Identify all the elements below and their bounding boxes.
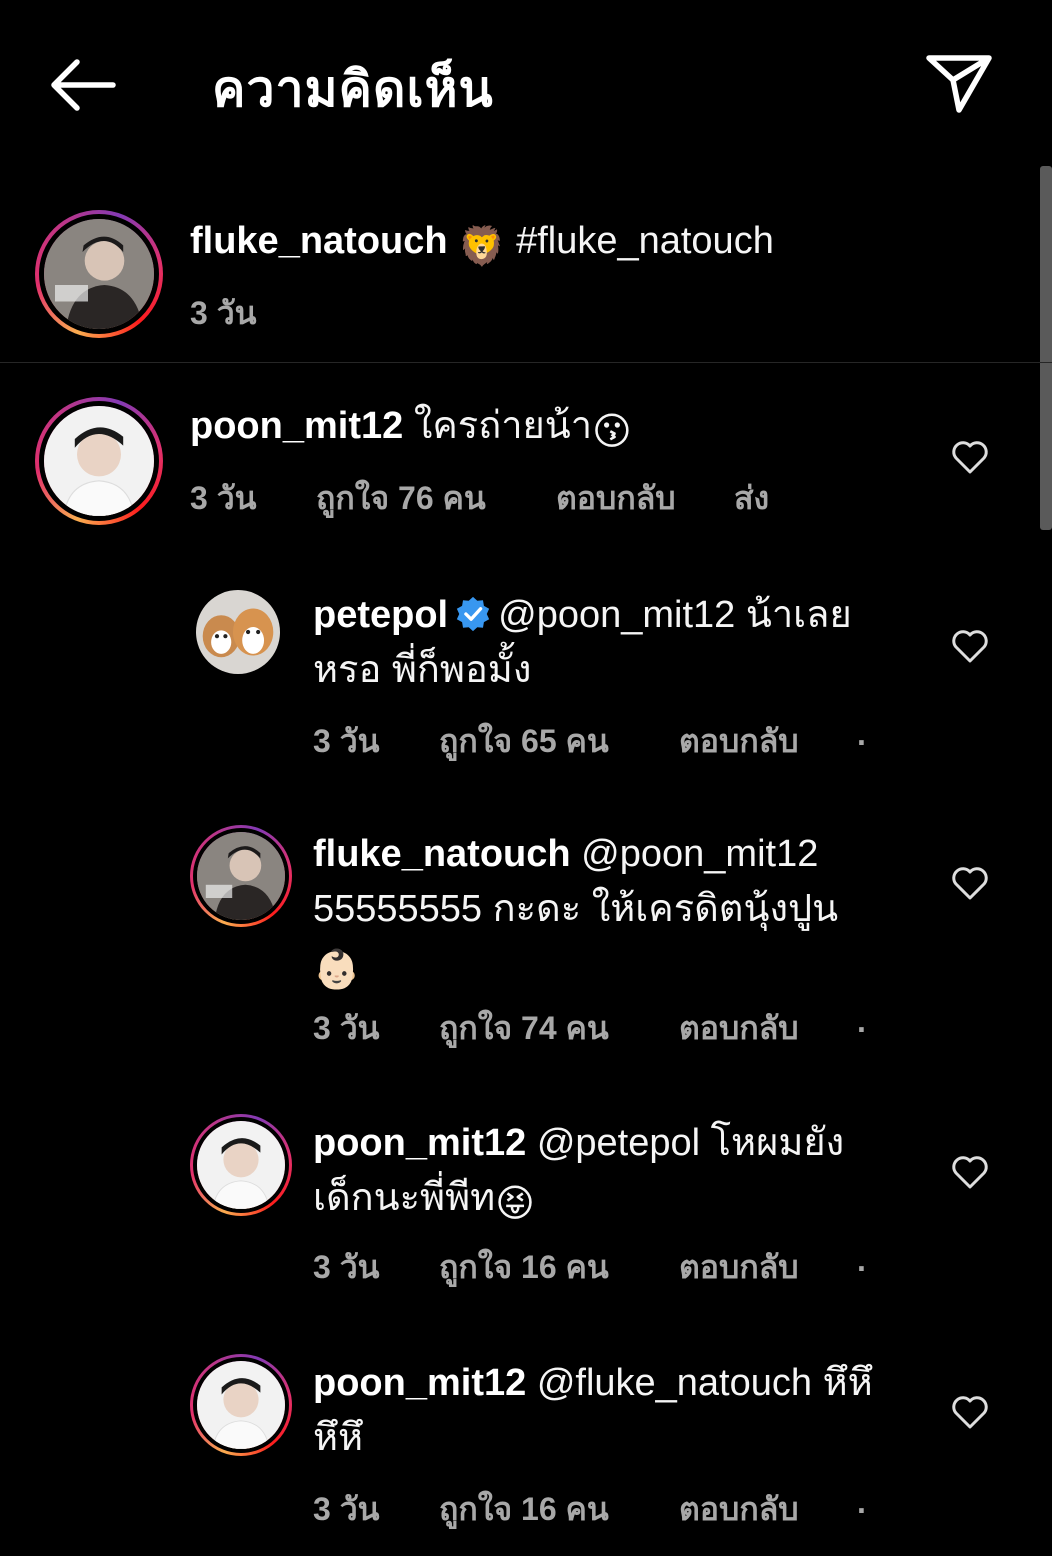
reply-button[interactable]: ตอบกลับ: [679, 1242, 799, 1293]
reply-time: 3 วัน: [313, 1249, 380, 1285]
likes-count[interactable]: ถูกใจ 76 คน: [316, 473, 486, 524]
reply-username[interactable]: fluke_natouch: [313, 833, 571, 875]
reply: fluke_natouch @poon_mit12 55555555 กะดะ …: [0, 825, 1052, 1046]
reply-username[interactable]: petepol: [313, 594, 448, 636]
avatar[interactable]: [35, 397, 163, 525]
avatar[interactable]: [190, 1114, 292, 1216]
kiss-emoji: 😗: [592, 411, 632, 453]
reply-text-line1: @poon_mit12: [581, 833, 819, 875]
more-button[interactable]: .: [857, 1242, 866, 1279]
more-button[interactable]: .: [857, 716, 866, 753]
header: ความคิดเห็น: [0, 0, 1052, 170]
reply-text-line1: @poon_mit12 น้าเลย: [498, 594, 852, 636]
reply-text-line1: @fluke_natouch หึหึ: [536, 1362, 873, 1404]
baby-emoji: 👶🏻: [313, 949, 361, 991]
avatar[interactable]: [190, 825, 292, 927]
comments-screen: ความคิดเห็น fluke_natouch 🦁 #fluke_natou…: [0, 0, 1052, 1556]
avatar[interactable]: [35, 210, 163, 338]
likes-count[interactable]: ถูกใจ 65 คน: [439, 716, 609, 767]
heart-icon[interactable]: [950, 1152, 990, 1192]
post-caption: fluke_natouch 🦁 #fluke_natouch 3 วัน: [0, 200, 1052, 363]
more-button[interactable]: .: [857, 1484, 866, 1521]
send-icon: [926, 55, 992, 113]
back-button[interactable]: [44, 52, 120, 118]
send-button[interactable]: ส่ง: [734, 473, 769, 524]
caption-username[interactable]: fluke_natouch: [190, 220, 448, 262]
reply-time: 3 วัน: [313, 723, 380, 759]
reply-button[interactable]: ตอบกลับ: [679, 716, 799, 767]
heart-icon[interactable]: [950, 437, 990, 477]
reply-text-line2: หรอ พี่ก็พอมั้ง: [313, 649, 532, 691]
comment-time: 3 วัน: [190, 480, 257, 516]
reply-username[interactable]: poon_mit12: [313, 1122, 526, 1164]
reply: poon_mit12 @petepol โหผมยัง เด็กนะพี่พีท…: [0, 1114, 1052, 1285]
avatar[interactable]: [190, 1354, 292, 1456]
reply-text-line1: @petepol โหผมยัง: [536, 1122, 845, 1164]
verified-badge-icon: [456, 596, 490, 632]
reply-time: 3 วัน: [313, 1010, 380, 1046]
heart-icon[interactable]: [950, 863, 990, 903]
comment-username[interactable]: poon_mit12: [190, 405, 403, 447]
reply-button[interactable]: ตอบกลับ: [556, 473, 676, 524]
heart-icon[interactable]: [950, 626, 990, 666]
reply: poon_mit12 @fluke_natouch หึหึ หึหึ 3 วั…: [0, 1354, 1052, 1527]
more-button[interactable]: .: [857, 1003, 866, 1040]
reply-button[interactable]: ตอบกลับ: [679, 1003, 799, 1054]
back-arrow-icon: [51, 59, 116, 111]
caption-time: 3 วัน: [190, 295, 257, 331]
reply-text-line2: 55555555 กะดะ ให้เครดิตนุ้งปูน: [313, 888, 839, 930]
page-title: ความคิดเห็น: [212, 61, 494, 117]
likes-count[interactable]: ถูกใจ 74 คน: [439, 1003, 609, 1054]
heart-icon[interactable]: [950, 1392, 990, 1432]
likes-count[interactable]: ถูกใจ 16 คน: [439, 1484, 609, 1535]
reply-text-line2: เด็กนะพี่พีท: [313, 1177, 496, 1219]
likes-count[interactable]: ถูกใจ 16 คน: [439, 1242, 609, 1293]
reply-text-line2: หึหึ: [313, 1417, 364, 1459]
reply-button[interactable]: ตอบกลับ: [679, 1484, 799, 1535]
tongue-emoji: 😝: [495, 1183, 535, 1225]
reply-time: 3 วัน: [313, 1491, 380, 1527]
lion-emoji: 🦁: [458, 226, 506, 268]
avatar[interactable]: [194, 588, 282, 676]
share-button[interactable]: [922, 48, 996, 118]
comment-text: ใครถ่ายน้า: [413, 405, 593, 447]
comment: poon_mit12 ใครถ่ายน้า😗 3 วัน ถูกใจ 76 คน…: [0, 397, 1052, 547]
reply-username[interactable]: poon_mit12: [313, 1362, 526, 1404]
reply: petepol @poon_mit12 น้าเลย หรอ พี่ก็พอมั้…: [0, 588, 1052, 759]
caption-text[interactable]: #fluke_natouch: [516, 220, 774, 262]
